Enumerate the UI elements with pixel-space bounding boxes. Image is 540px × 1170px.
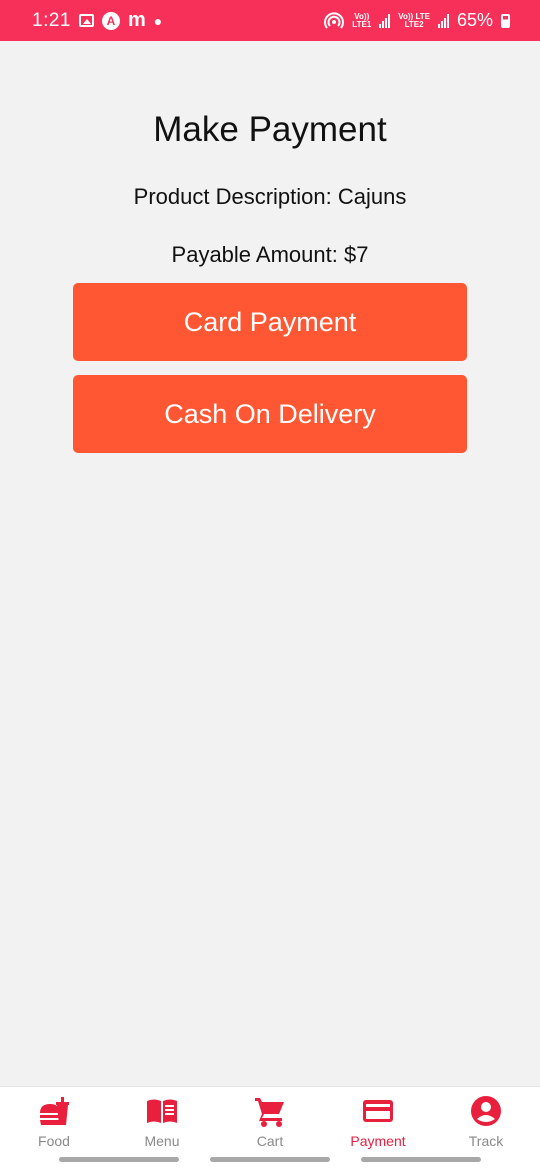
network1-label: Vo)) LTE1 xyxy=(352,12,372,29)
nav-item-cart[interactable]: Cart xyxy=(216,1087,324,1155)
nav-item-track[interactable]: Track xyxy=(432,1087,540,1155)
fastfood-icon xyxy=(40,1097,69,1125)
credit-card-icon xyxy=(363,1100,393,1122)
nav-label-cart: Cart xyxy=(256,1133,284,1149)
product-description: Product Description: Cajuns xyxy=(133,184,407,209)
network1-bottom-text: LTE1 xyxy=(352,19,372,29)
account-circle-icon xyxy=(471,1096,501,1126)
nav-item-payment[interactable]: Payment xyxy=(324,1087,432,1155)
hotspot-icon xyxy=(324,11,345,30)
menu-book-icon xyxy=(147,1099,177,1123)
signal1-icon xyxy=(379,13,391,28)
battery-icon xyxy=(501,13,510,28)
nav-label-menu: Menu xyxy=(144,1133,180,1149)
nav-item-food[interactable]: Food xyxy=(0,1087,108,1155)
cart-icon xyxy=(255,1098,284,1127)
status-bar: 1:21 A m ● Vo)) LTE1 Vo)) LTE LTE2 65% xyxy=(0,0,540,41)
status-bar-right: Vo)) LTE1 Vo)) LTE LTE2 65% xyxy=(324,10,510,31)
notification-dot-icon: ● xyxy=(153,12,163,29)
status-bar-left: 1:21 A m ● xyxy=(32,9,162,32)
payable-amount: Payable Amount: $7 xyxy=(171,242,369,267)
gesture-bar-center xyxy=(210,1157,330,1162)
status-time: 1:21 xyxy=(32,9,71,31)
gesture-bar-left xyxy=(59,1157,179,1162)
network2-bottom-text: LTE2 xyxy=(404,19,424,29)
battery-percent: 65% xyxy=(456,10,493,30)
nav-label-track: Track xyxy=(468,1133,504,1149)
cash-on-delivery-button[interactable]: Cash On Delivery xyxy=(73,375,467,453)
gesture-bar-right xyxy=(361,1157,481,1162)
signal2-icon xyxy=(437,13,449,28)
gallery-icon xyxy=(78,14,94,27)
nav-label-food: Food xyxy=(38,1133,70,1149)
page-title: Make Payment xyxy=(153,110,387,149)
card-payment-button[interactable]: Card Payment xyxy=(73,283,467,361)
network2-label: Vo)) LTE LTE2 xyxy=(398,12,430,29)
a-circle-icon: A xyxy=(101,11,120,30)
m-icon: m xyxy=(127,9,146,31)
nav-item-menu[interactable]: Menu xyxy=(108,1087,216,1155)
nav-label-payment: Payment xyxy=(350,1133,406,1149)
